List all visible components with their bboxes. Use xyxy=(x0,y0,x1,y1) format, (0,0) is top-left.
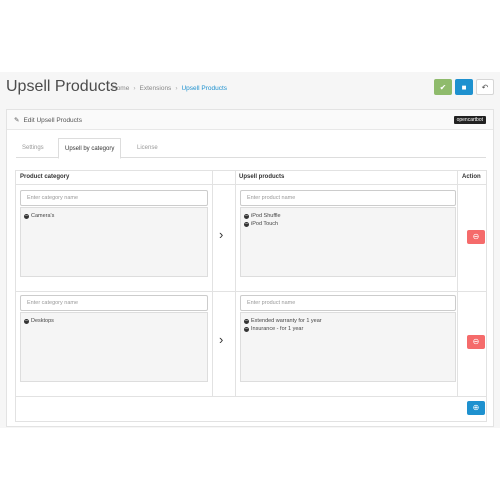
product-name: iPod Shuffle xyxy=(251,213,281,219)
divider xyxy=(16,291,486,292)
product-name: iPod Touch xyxy=(251,221,279,227)
panel-title-text: Edit Upsell Products xyxy=(23,116,82,124)
delete-row-button[interactable]: ⊖ xyxy=(467,230,485,244)
remove-icon[interactable]: – xyxy=(244,213,249,219)
floppy-icon: ■ xyxy=(461,82,467,92)
product-search-input[interactable]: Enter product name xyxy=(240,190,456,206)
panel-title: ✎ Edit Upsell Products xyxy=(14,116,82,125)
list-item[interactable]: – Desktops xyxy=(24,318,54,324)
tab-license[interactable]: License xyxy=(131,138,164,158)
category-name: Desktops xyxy=(31,318,54,324)
tab-settings[interactable]: Settings xyxy=(16,138,50,158)
back-button[interactable]: ↶ xyxy=(476,79,494,95)
breadcrumb-separator: › xyxy=(133,85,136,92)
product-name: Extended warranty for 1 year xyxy=(251,318,322,324)
divider xyxy=(457,171,458,396)
remove-icon[interactable]: – xyxy=(244,326,249,332)
product-name: Insurance - for 1 year xyxy=(251,326,304,332)
breadcrumb-separator: › xyxy=(175,85,178,92)
divider xyxy=(235,171,236,396)
category-name: Camera's xyxy=(31,213,55,219)
minus-circle-icon: ⊖ xyxy=(472,337,480,346)
tab-bar: Settings Upsell by category License xyxy=(16,138,486,159)
product-search-input[interactable]: Enter product name xyxy=(240,295,456,311)
apply-button[interactable]: ■ xyxy=(455,79,473,95)
reply-icon: ↶ xyxy=(481,82,489,92)
breadcrumb-extensions[interactable]: Extensions xyxy=(140,85,172,92)
list-item[interactable]: – iPod Shuffle xyxy=(244,213,281,219)
plus-circle-icon: ⊕ xyxy=(472,403,480,412)
category-search-input[interactable]: Enter category name xyxy=(20,190,208,206)
list-item[interactable]: – Insurance - for 1 year xyxy=(244,326,303,332)
divider xyxy=(16,396,486,397)
upsell-table: Product category Upsell products Action … xyxy=(15,170,487,422)
remove-icon[interactable]: – xyxy=(244,318,249,324)
delete-row-button[interactable]: ⊖ xyxy=(467,335,485,349)
list-item[interactable]: – iPod Touch xyxy=(244,221,278,227)
remove-icon[interactable]: – xyxy=(24,318,29,324)
header-product-category: Product category xyxy=(20,174,70,180)
breadcrumb-current[interactable]: Upsell Products xyxy=(181,85,227,92)
header-action: Action xyxy=(462,174,481,180)
remove-icon[interactable]: – xyxy=(24,213,29,219)
breadcrumb-home[interactable]: Home xyxy=(112,85,129,92)
edit-panel: ✎ Edit Upsell Products opencartbot Setti… xyxy=(6,109,494,427)
arrow-right-icon: › xyxy=(219,332,224,347)
opencartbot-logo: opencartbot xyxy=(453,116,486,124)
check-icon: ✔ xyxy=(439,82,447,92)
list-item[interactable]: – Extended warranty for 1 year xyxy=(244,318,322,324)
arrow-right-icon: › xyxy=(219,227,224,242)
save-button[interactable]: ✔ xyxy=(434,79,452,95)
list-item[interactable]: – Camera's xyxy=(24,213,54,219)
remove-icon[interactable]: – xyxy=(244,221,249,227)
pencil-icon: ✎ xyxy=(14,117,20,124)
tab-upsell-by-category[interactable]: Upsell by category xyxy=(58,138,122,159)
page-title: Upsell Products xyxy=(6,78,119,95)
breadcrumb: Home › Extensions › Upsell Products xyxy=(112,85,227,92)
divider xyxy=(16,184,486,185)
divider xyxy=(212,171,213,396)
header-upsell-products: Upsell products xyxy=(239,174,285,180)
panel-header: ✎ Edit Upsell Products opencartbot xyxy=(7,110,493,130)
minus-circle-icon: ⊖ xyxy=(472,232,480,241)
category-search-input[interactable]: Enter category name xyxy=(20,295,208,311)
add-row-button[interactable]: ⊕ xyxy=(467,401,485,415)
